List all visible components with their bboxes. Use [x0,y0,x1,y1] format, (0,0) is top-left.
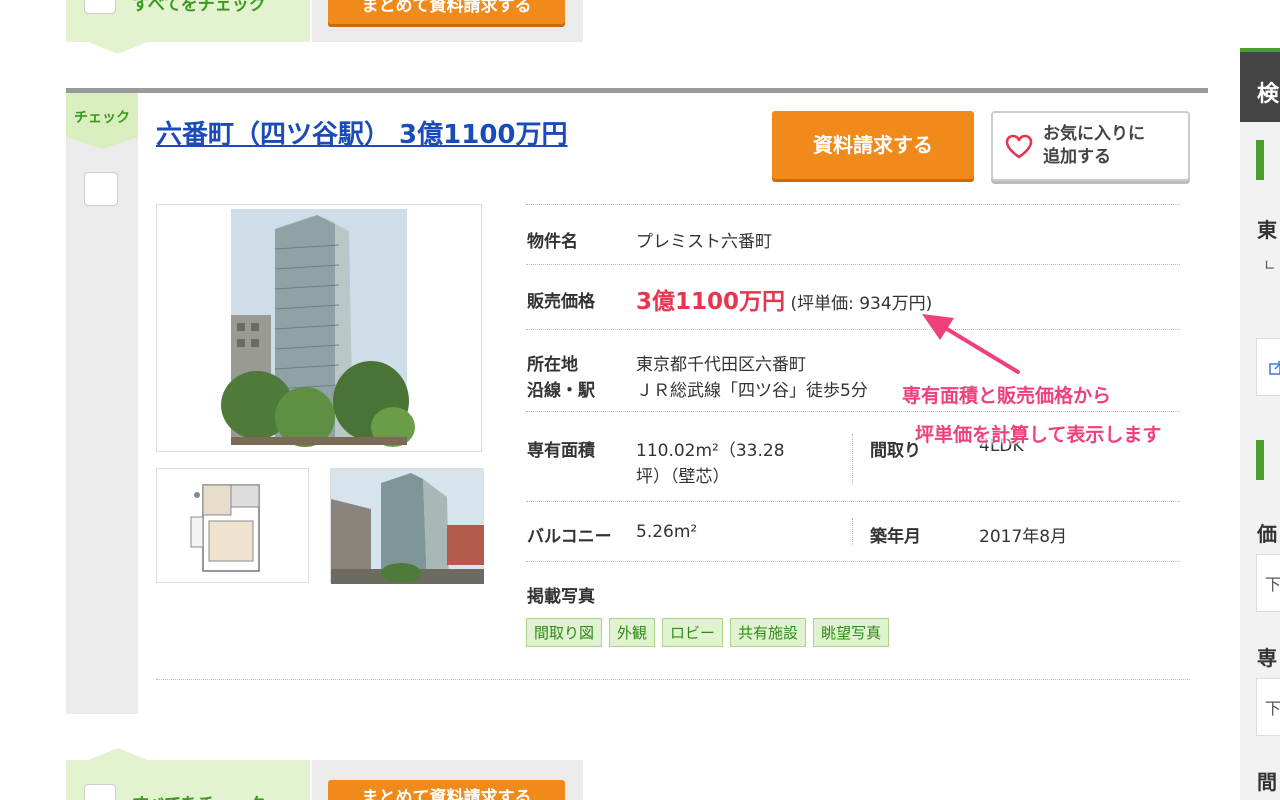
detail-row-balcony: バルコニー 5.26m² 築年月 2017年8月 [526,502,1180,562]
check-tab-label: チェック [74,110,130,126]
card-divider [66,88,1208,93]
favorite-label-line1: お気に入りに [1043,124,1145,144]
bulk-request-button[interactable]: まとめて資料請求する [328,0,565,24]
check-all-label[interactable]: すべてをチェック [132,790,266,800]
area-lower-select-text: 下 [1265,699,1280,718]
area-lower-select[interactable]: 下 [1256,678,1280,736]
annotation-text-line1: 専有面積と販売価格から [902,385,1112,407]
price-lower-select-text: 下 [1265,575,1280,594]
check-all-checkbox[interactable] [84,0,116,14]
card-bottom-divider [156,679,1190,680]
check-all-checkbox[interactable] [84,784,116,800]
photo-tag[interactable]: 間取り図 [526,618,603,647]
sidebar-price-heading: 価 [1257,522,1277,546]
floorplan-image [190,484,260,572]
sidebar-layout-heading: 間 [1257,770,1277,794]
price-lower-select[interactable]: 下 [1256,554,1280,612]
address-value: 東京都千代田区六番町 [636,355,806,375]
area-value-line2: 坪）（壁芯） [636,467,730,487]
main-photo[interactable] [156,204,482,452]
price-value: 3億1100万円 [636,289,786,315]
bulk-request-button[interactable]: まとめて資料請求する [328,780,565,800]
detail-row-name: 物件名 プレミスト六番町 [526,204,1180,265]
section-marker [1256,440,1264,480]
balcony-label: バルコニー [527,527,612,547]
building-photo-image [221,209,415,447]
external-link-icon [1269,361,1280,375]
photo-tag[interactable]: 外観 [609,618,656,647]
photo-tag[interactable]: 共有施設 [730,618,807,647]
layout-label: 間取り [870,441,921,461]
sidebar-header-text: 検 [1257,82,1280,107]
photo-tag[interactable]: 眺望写真 [813,618,890,647]
favorite-label-line2: 追加する [1043,147,1111,167]
exterior-thumbnail[interactable] [330,468,484,584]
section-marker [1256,140,1264,180]
balcony-value: 5.26m² [636,522,698,542]
address-label: 所在地 [527,355,578,375]
photo-tag-list: 間取り図 外観 ロビー 共有施設 眺望写真 [526,618,890,647]
name-label: 物件名 [527,232,578,252]
request-info-button[interactable]: 資料請求する [772,111,974,179]
check-all-area: すべてをチェック [66,748,310,800]
bulk-request-area: まとめて資料請求する [312,760,583,800]
search-sidebar: 検 東 ∟ 価 下 専 下 間 [1240,48,1280,800]
price-per-tsubo: (坪単価: 934万円) [790,294,933,314]
sidebar-area-heading: 東 [1257,218,1277,242]
photo-tag[interactable]: ロビー [662,618,724,647]
sidebar-area-size-heading: 専 [1257,646,1277,670]
sidebar-link-box[interactable] [1256,338,1280,396]
built-label: 築年月 [870,527,921,547]
area-value-line1: 110.02m²（33.28 [636,441,785,461]
area-label: 専有面積 [527,441,595,461]
listing-checkbox[interactable] [84,172,118,206]
price-value-group: 3億1100万円 (坪単価: 934万円) [636,282,932,316]
bulk-action-bar-top: すべてをチェック まとめて資料請求する [66,0,583,54]
detail-row-price: 販売価格 3億1100万円 (坪単価: 934万円) [526,265,1180,330]
built-value: 2017年8月 [979,527,1068,547]
sidebar-header: 検 [1240,48,1280,122]
line-label: 沿線・駅 [527,381,595,401]
sidebar-area-sub[interactable]: ∟ [1264,258,1276,274]
annotation-text-line2: 坪単価を計算して表示します [915,424,1162,446]
name-value: プレミスト六番町 [636,232,772,252]
photos-label: 掲載写真 [527,587,595,607]
bulk-action-bar-bottom: すべてをチェック まとめて資料請求する [66,748,583,800]
column-separator [852,518,853,546]
heart-icon [1005,134,1033,159]
exterior-image [331,469,484,584]
check-all-area: すべてをチェック [66,0,310,54]
bulk-request-area: まとめて資料請求する [312,0,583,42]
listing-title-link[interactable]: 六番町（四ツ谷駅） 3億1100万円 [156,114,568,151]
check-tab: チェック [66,93,138,149]
price-label: 販売価格 [527,292,595,312]
floorplan-thumbnail[interactable] [156,468,309,583]
column-separator [852,434,853,484]
check-all-label[interactable]: すべてをチェック [132,0,266,15]
line-value: ＪＲ総武線「四ツ谷」徒歩5分 [636,381,868,401]
add-favorite-label: お気に入りに 追加する [1043,123,1183,169]
add-favorite-button[interactable]: お気に入りに 追加する [991,111,1190,181]
